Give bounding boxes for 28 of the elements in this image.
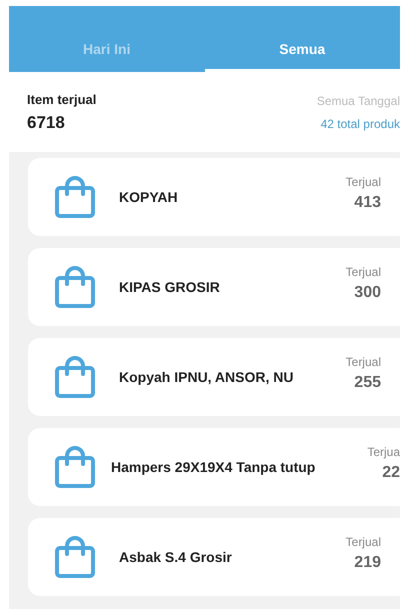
- sold-label: Terjua: [367, 444, 400, 458]
- product-card[interactable]: Asbak S.4 Grosir Terjual 219: [28, 518, 400, 596]
- product-card[interactable]: Kopyah IPNU, ANSOR, NU Terjual 255: [28, 338, 400, 416]
- shopping-bag-icon: [53, 445, 97, 489]
- product-name: Kopyah IPNU, ANSOR, NU: [119, 369, 294, 385]
- product-card[interactable]: KIPAS GROSIR Terjual 300: [28, 248, 400, 326]
- sold-count: 413: [354, 194, 381, 212]
- shopping-bag-icon: [53, 355, 97, 399]
- sold-label: Terjual: [346, 264, 381, 278]
- shopping-bag-icon: [53, 535, 97, 579]
- product-card[interactable]: KOPYAH Terjual 413: [28, 158, 400, 236]
- sold-label: Terjual: [346, 534, 381, 548]
- product-name: KIPAS GROSIR: [119, 279, 221, 295]
- sold-label: Terjual: [346, 354, 381, 368]
- items-sold-count: 6718: [27, 113, 66, 133]
- product-name: Asbak S.4 Grosir: [119, 549, 233, 565]
- sold-label: Terjual: [346, 174, 381, 188]
- shopping-bag-icon: [53, 265, 97, 309]
- product-name: Hampers 29X19X4 Tanpa tutup: [111, 459, 316, 475]
- total-products: 42 total produk: [320, 117, 400, 131]
- sold-count: 300: [354, 284, 381, 302]
- shopping-bag-icon: [53, 175, 97, 219]
- product-card[interactable]: Hampers 29X19X4 Tanpa tutup Terjua 22: [28, 428, 400, 506]
- sold-count: 219: [354, 554, 381, 572]
- product-name: KOPYAH: [119, 189, 179, 205]
- summary-label: Item terjual: [27, 92, 96, 107]
- sold-count: 255: [354, 374, 381, 392]
- sold-count: 22: [382, 464, 400, 482]
